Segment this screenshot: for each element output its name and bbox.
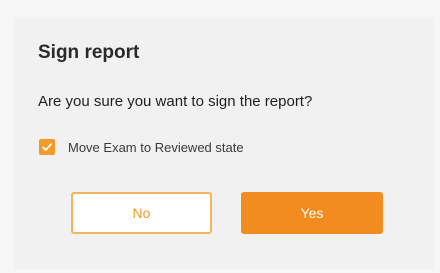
- checkmark-icon: [42, 143, 52, 151]
- move-exam-checkbox-label: Move Exam to Reviewed state: [68, 139, 244, 155]
- dialog-message: Are you sure you want to sign the report…: [38, 93, 313, 110]
- dialog-title: Sign report: [38, 42, 140, 63]
- yes-button[interactable]: Yes: [241, 192, 383, 234]
- no-button[interactable]: No: [71, 192, 212, 234]
- move-exam-checkbox[interactable]: [39, 139, 55, 155]
- sign-report-dialog: Sign report Are you sure you want to sig…: [14, 18, 434, 269]
- move-exam-checkbox-row[interactable]: Move Exam to Reviewed state: [39, 139, 244, 155]
